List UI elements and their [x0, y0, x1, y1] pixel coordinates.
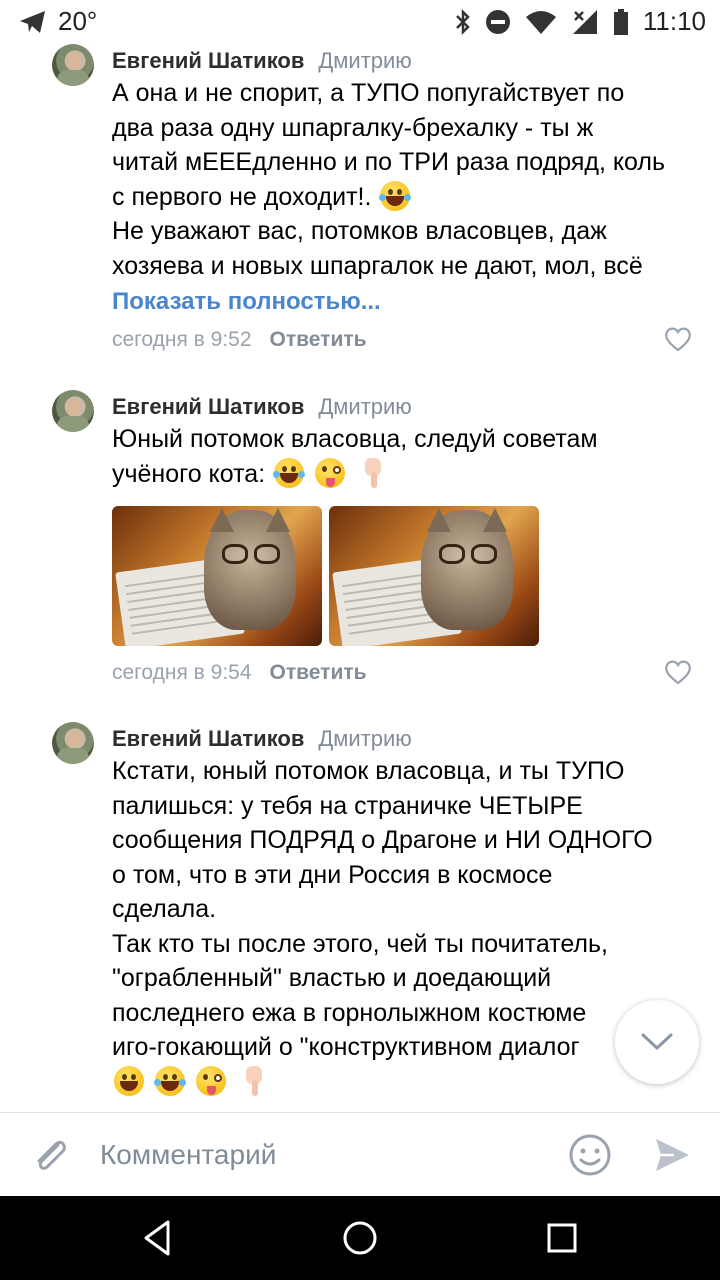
reply-to[interactable]: Дмитрию [318, 48, 411, 73]
laughing-tears-emoji [273, 457, 306, 488]
reply-button[interactable]: Ответить [270, 328, 367, 351]
text-line: Кстати, юный потомок власовца, и ты ТУПО [112, 757, 625, 785]
text-line: иго-гокающий о "конструктивном диалог [112, 1033, 580, 1061]
avatar[interactable] [52, 44, 94, 86]
clock: 11:10 [642, 6, 706, 36]
comment-header: Евгений Шатиков Дмитрию [112, 48, 412, 74]
text-line: о том, что в эти дни Россия в космосе [112, 860, 553, 889]
winking-tongue-emoji [315, 457, 346, 488]
temperature: 20° [58, 6, 98, 36]
text-line: Так кто ты после этого, чей ты почитател… [112, 929, 608, 958]
author-name[interactable]: Евгений Шатиков [112, 394, 304, 419]
pointing-down-emoji [362, 457, 384, 488]
text-line: хозяева и новых шпаргалок не дают, мол, … [112, 251, 643, 280]
comments-feed[interactable]: Евгений Шатиков Дмитрию А она и не спорит… [0, 44, 720, 1112]
text-line: учёного кота: [112, 459, 266, 488]
status-bar: 20° 11:10 [0, 0, 720, 44]
comment-text: Юный потомок власовца, следуй советам уч… [112, 422, 702, 491]
laughing-tears-emoji [379, 180, 412, 211]
bluetooth-icon [455, 8, 470, 35]
scroll-down-button[interactable] [615, 1000, 699, 1084]
comment-header: Евгений Шатиков Дмитрию [112, 726, 412, 752]
battery-icon [613, 8, 628, 35]
text-line: "ограбленный" властью и доедающий [112, 964, 552, 992]
show-more-link[interactable]: Показать полностью... [112, 288, 381, 316]
comment-text: Кстати, юный потомок власовца, и ты ТУПО… [112, 754, 702, 1099]
send-icon[interactable] [652, 1135, 692, 1175]
comment-composer [0, 1112, 720, 1196]
like-icon[interactable] [664, 326, 692, 352]
comment-meta: сегодня в 9:54 Ответить [112, 661, 367, 685]
cat-photo[interactable] [112, 506, 322, 646]
emoji-line [112, 1065, 702, 1100]
avatar[interactable] [52, 390, 94, 432]
smiley-emoji [114, 1065, 144, 1096]
text-line: последнего ежа в горнолыжном костюме [112, 998, 587, 1027]
chevron-down-icon [641, 1033, 673, 1050]
reply-button[interactable]: Ответить [270, 661, 367, 684]
comment-time: сегодня в 9:52 [112, 328, 252, 351]
comment-text: А она и не спорит, а ТУПО попугайствует … [112, 76, 702, 283]
text-line: два раза одну шпаргалку-брехалку - ты ж [112, 113, 594, 142]
attach-icon[interactable] [30, 1133, 70, 1177]
comment-time: сегодня в 9:54 [112, 661, 252, 684]
text-line-with-emoji: учёного кота: [112, 457, 702, 492]
text-line: палишься: у тебя на страничке ЧЕТЫРЕ [112, 791, 583, 820]
text-line: Юный потомок власовца, следуй советам [112, 425, 598, 453]
text-line-with-emoji: с первого не доходит!. [112, 180, 702, 215]
comment-header: Евгений Шатиков Дмитрию [112, 394, 412, 420]
system-nav-bar [0, 1196, 720, 1280]
recents-icon[interactable] [540, 1216, 584, 1260]
signal-icon [572, 9, 597, 34]
comment-input[interactable] [100, 1135, 540, 1175]
smile-icon[interactable] [568, 1133, 612, 1177]
dnd-icon [485, 9, 510, 34]
home-icon[interactable] [338, 1216, 382, 1260]
text-line: с первого не доходит!. [112, 182, 372, 211]
text-line: А она и не спорит, а ТУПО попугайствует … [112, 79, 625, 107]
text-line: Не уважают вас, потомков власовцев, даж [112, 217, 607, 245]
pointing-down-emoji [243, 1065, 265, 1096]
text-line: сделала. [112, 895, 217, 923]
text-line: читай мЕЕЕдленно и по ТРИ раза подряд, к… [112, 148, 666, 176]
author-name[interactable]: Евгений Шатиков [112, 48, 304, 73]
winking-tongue-emoji [195, 1065, 226, 1096]
cat-photo[interactable] [329, 506, 539, 646]
like-icon[interactable] [664, 659, 692, 685]
laughing-tears-emoji [153, 1065, 186, 1096]
back-icon[interactable] [136, 1216, 180, 1260]
author-name[interactable]: Евгений Шатиков [112, 726, 304, 751]
reply-to[interactable]: Дмитрию [318, 394, 411, 419]
reply-to[interactable]: Дмитрию [318, 726, 411, 751]
avatar[interactable] [52, 722, 94, 764]
wifi-icon [525, 10, 556, 34]
comment-meta: сегодня в 9:52 Ответить [112, 328, 367, 352]
telegram-icon [20, 10, 45, 33]
photo-attachments [112, 506, 539, 646]
text-line: сообщения ПОДРЯД о Драгоне и НИ ОДНОГО [112, 826, 653, 854]
